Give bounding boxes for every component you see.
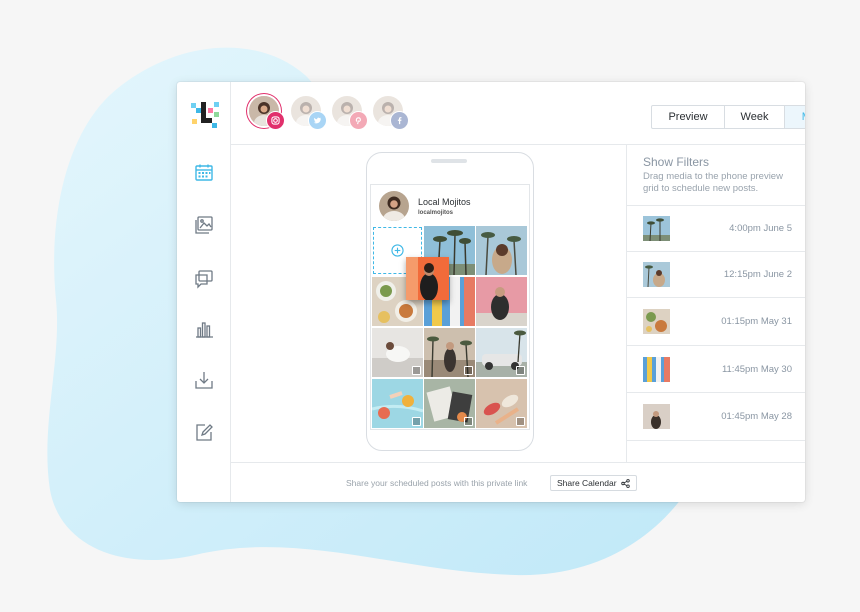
- post-time: 01:15pm May 31: [721, 316, 792, 327]
- dragged-photo[interactable]: [406, 257, 449, 300]
- preview-button[interactable]: Preview: [652, 106, 724, 128]
- scheduled-post[interactable]: 12:15pm June 2: [627, 251, 805, 298]
- sidebar-item-calendar[interactable]: [193, 162, 215, 184]
- post-time: 4:00pm June 5: [729, 223, 792, 234]
- post-time: 12:15pm June 2: [723, 269, 792, 280]
- media-type-icon: [412, 366, 421, 375]
- sidebar-item-analytics[interactable]: [193, 318, 215, 340]
- post-thumbnail: [643, 216, 670, 241]
- profile-handle: localmojitos: [418, 210, 454, 216]
- scheduled-post[interactable]: 11:45pm May 30: [627, 345, 805, 393]
- phone-preview-area: Local Mojitos localmojitos: [231, 145, 626, 462]
- share-icon: [620, 478, 630, 488]
- post-time: 11:45pm May 30: [721, 364, 792, 375]
- grid-photo[interactable]: [476, 226, 527, 275]
- download-icon: [195, 372, 213, 389]
- post-thumbnail: [643, 309, 670, 334]
- post-thumbnail: [643, 357, 670, 382]
- analytics-icon: [196, 322, 213, 338]
- photo-grid: [372, 226, 528, 428]
- sidebar-item-media[interactable]: [193, 214, 215, 236]
- account-instagram[interactable]: [249, 96, 285, 130]
- sidebar-item-edit[interactable]: [193, 421, 215, 443]
- account-facebook[interactable]: [373, 96, 409, 130]
- edit-icon: [196, 424, 213, 441]
- instagram-icon: [266, 111, 285, 130]
- media-type-icon: [464, 417, 473, 426]
- grid-photo[interactable]: [476, 277, 527, 326]
- phone-screen: Local Mojitos localmojitos: [370, 184, 530, 430]
- sidebar: [177, 82, 231, 502]
- month-button[interactable]: Month: [784, 106, 805, 128]
- conversations-icon: [195, 270, 213, 289]
- post-thumbnail: [643, 404, 670, 429]
- twitter-icon: [308, 111, 327, 130]
- share-calendar-button[interactable]: Share Calendar: [550, 475, 637, 491]
- calendar-icon: [195, 164, 213, 181]
- media-type-icon: [464, 366, 473, 375]
- week-button[interactable]: Week: [724, 106, 784, 128]
- media-type-icon: [516, 417, 525, 426]
- view-toggle: Preview Week Month: [651, 105, 805, 129]
- app-logo: [191, 102, 219, 128]
- sidebar-item-conversations[interactable]: [193, 268, 215, 290]
- media-type-icon: [412, 417, 421, 426]
- phone-speaker: [431, 159, 467, 163]
- grid-photo[interactable]: [372, 379, 423, 428]
- post-thumbnail: [643, 262, 670, 287]
- media-library-icon: [195, 216, 213, 234]
- footer: Share your scheduled posts with this pri…: [231, 462, 805, 502]
- pinterest-icon: [349, 111, 368, 130]
- facebook-icon: [390, 111, 409, 130]
- top-bar: Preview Week Month: [231, 82, 805, 145]
- profile-name: Local Mojitos: [418, 197, 471, 207]
- account-pinterest[interactable]: [332, 96, 368, 130]
- share-description: Share your scheduled posts with this pri…: [346, 478, 528, 488]
- account-twitter[interactable]: [291, 96, 327, 130]
- profile-avatar: [379, 191, 409, 221]
- scheduled-post[interactable]: 4:00pm June 5: [627, 205, 805, 252]
- post-time: 01:45pm May 28: [721, 411, 792, 422]
- sidebar-item-download[interactable]: [193, 369, 215, 391]
- grid-photo[interactable]: [372, 328, 423, 377]
- grid-photo[interactable]: [476, 328, 527, 377]
- grid-photo[interactable]: [424, 328, 475, 377]
- scheduled-post[interactable]: 01:45pm May 28: [627, 392, 805, 441]
- grid-photo[interactable]: [424, 379, 475, 428]
- filters-description: Drag media to the phone preview grid to …: [643, 171, 783, 194]
- media-type-icon: [516, 366, 525, 375]
- schedule-panel: Show Filters Drag media to the phone pre…: [626, 145, 805, 462]
- scheduled-post[interactable]: 01:15pm May 31: [627, 297, 805, 346]
- share-calendar-label: Share Calendar: [557, 478, 617, 488]
- show-filters-link[interactable]: Show Filters: [643, 155, 709, 169]
- app-window: Preview Week Month Local Mojitos localmo…: [177, 82, 805, 502]
- add-icon: [391, 244, 404, 257]
- grid-photo[interactable]: [476, 379, 527, 428]
- phone-frame: Local Mojitos localmojitos: [366, 152, 534, 451]
